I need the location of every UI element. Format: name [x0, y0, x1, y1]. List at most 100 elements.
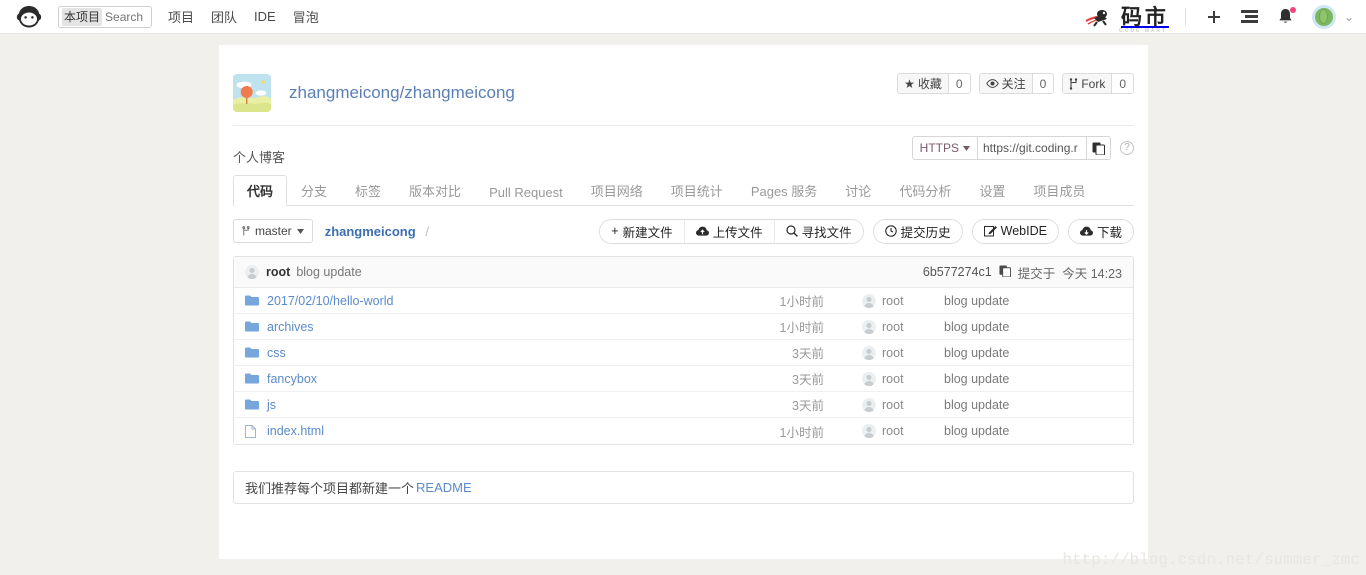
- star-button-group[interactable]: ★ 收藏 0: [897, 73, 971, 94]
- tab-branches[interactable]: 分支: [287, 175, 341, 206]
- readme-suggestion-text: 我们推荐每个项目都新建一个: [245, 481, 415, 496]
- readme-link[interactable]: README: [416, 480, 472, 495]
- breadcrumb-separator: /: [425, 223, 429, 239]
- file-modified-time: 1小时前: [779, 425, 824, 440]
- tab-settings[interactable]: 设置: [965, 175, 1019, 206]
- new-file-label: 新建文件: [622, 225, 673, 240]
- file-author-avatar: [862, 424, 876, 438]
- file-author-name: root: [882, 345, 904, 360]
- folder-icon: [245, 373, 259, 384]
- file-link[interactable]: js: [267, 398, 276, 412]
- tab-code[interactable]: 代码: [233, 175, 288, 206]
- add-icon[interactable]: [1201, 4, 1227, 30]
- copy-clone-url-button[interactable]: [1087, 136, 1111, 160]
- chevron-down-icon: [296, 228, 304, 234]
- table-row[interactable]: fancybox 3天前 root blog update: [234, 366, 1133, 392]
- table-row[interactable]: archives 1小时前 root blog update: [234, 314, 1133, 340]
- repository-title[interactable]: zhangmeicong/zhangmeicong: [289, 83, 515, 103]
- top-nav-right: 码市 CODE MART ⌄: [1084, 4, 1366, 34]
- file-author-avatar: [862, 319, 876, 334]
- clone-protocol-select[interactable]: HTTPS: [911, 136, 977, 160]
- table-row[interactable]: index.html 1小时前 root blog update: [234, 418, 1133, 444]
- clone-url-input[interactable]: [977, 136, 1087, 160]
- top-navigation-bar: 本项目 项目 团队 IDE 冒泡 码市 CODE MART: [0, 0, 1366, 34]
- repository-header: zhangmeicong/zhangmeicong ★ 收藏 0 关注 0 Fo…: [219, 45, 1148, 117]
- nav-item-bubble[interactable]: 冒泡: [293, 7, 319, 26]
- file-author-name: root: [882, 424, 904, 438]
- commit-history-label: 提交历史: [900, 225, 951, 240]
- file-link[interactable]: index.html: [267, 424, 324, 438]
- file-link[interactable]: archives: [267, 320, 314, 334]
- nav-item-teams[interactable]: 团队: [211, 7, 237, 26]
- tab-tags[interactable]: 标签: [341, 175, 395, 206]
- search-box[interactable]: 本项目: [58, 5, 152, 28]
- file-author: root: [824, 319, 942, 334]
- search-scope-label: 本项目: [62, 7, 103, 26]
- upload-file-button[interactable]: 上传文件: [684, 219, 775, 243]
- download-button[interactable]: 下载: [1068, 219, 1133, 243]
- tab-network[interactable]: 项目网络: [577, 175, 657, 206]
- notification-badge-dot: [1289, 6, 1296, 13]
- repository-avatar: [233, 74, 271, 112]
- file-commit-message: blog update: [944, 319, 1010, 334]
- webide-button[interactable]: WebIDE: [972, 219, 1058, 243]
- new-file-button[interactable]: + 新建文件: [600, 219, 685, 243]
- avatar[interactable]: [1311, 4, 1336, 29]
- code-toolbar: master zhangmeicong / + 新建文件 上传文件 寻找文件 提…: [233, 218, 1134, 244]
- commit-author-avatar: [245, 265, 259, 279]
- commit-message: blog update: [296, 265, 362, 279]
- chevron-down-icon: [963, 145, 970, 151]
- tab-compare[interactable]: 版本对比: [395, 175, 475, 206]
- commit-sha[interactable]: 6b577274c1: [923, 265, 992, 279]
- repository-description: 个人博客: [233, 149, 286, 165]
- avatar-glyph: [1319, 9, 1329, 24]
- star-button[interactable]: ★ 收藏: [898, 74, 948, 93]
- file-author-name: root: [882, 397, 904, 412]
- webide-group: WebIDE: [971, 218, 1059, 244]
- chevron-down-icon[interactable]: ⌄: [1344, 10, 1354, 24]
- table-row[interactable]: js 3天前 root blog update: [234, 392, 1133, 418]
- tab-pages-service[interactable]: Pages 服务: [737, 175, 831, 206]
- fork-button-group[interactable]: Fork 0: [1062, 73, 1134, 94]
- file-icon: [245, 424, 259, 438]
- find-file-button[interactable]: 寻找文件: [774, 219, 863, 243]
- table-row[interactable]: 2017/02/10/hello-world 1小时前 root blog up…: [234, 288, 1133, 314]
- branch-name: master: [255, 224, 292, 238]
- watch-button-group[interactable]: 关注 0: [978, 73, 1055, 94]
- file-commit-message: blog update: [944, 293, 1010, 308]
- file-author: root: [824, 371, 942, 386]
- notifications-bell-icon[interactable]: [1273, 4, 1299, 30]
- search-input[interactable]: [105, 9, 151, 24]
- watch-button[interactable]: 关注: [979, 74, 1032, 93]
- file-link[interactable]: css: [267, 346, 286, 360]
- fork-button[interactable]: Fork: [1063, 74, 1112, 93]
- folder-icon: [245, 295, 259, 306]
- file-modified-time: 1小时前: [779, 295, 824, 309]
- copy-icon: [1092, 142, 1105, 155]
- search-icon: [786, 225, 798, 237]
- tab-statistics[interactable]: 项目统计: [657, 175, 737, 206]
- branch-selector[interactable]: master: [233, 219, 313, 243]
- tab-code-analysis[interactable]: 代码分析: [885, 175, 965, 206]
- coding-logo-icon[interactable]: [14, 4, 44, 30]
- codemart-logo[interactable]: 码市 CODE MART: [1084, 6, 1169, 34]
- file-link[interactable]: fancybox: [267, 372, 317, 386]
- nav-item-projects[interactable]: 项目: [168, 7, 194, 26]
- clone-help-icon[interactable]: ?: [1120, 141, 1134, 155]
- table-row[interactable]: css 3天前 root blog update: [234, 340, 1133, 366]
- file-actions-group: + 新建文件 上传文件 寻找文件: [599, 218, 864, 244]
- nav-item-ide[interactable]: IDE: [254, 9, 276, 24]
- breadcrumb-root[interactable]: zhangmeicong: [325, 224, 416, 239]
- commit-author-name[interactable]: root: [266, 265, 290, 279]
- file-link[interactable]: 2017/02/10/hello-world: [267, 294, 393, 308]
- commit-history-button[interactable]: 提交历史: [873, 219, 962, 243]
- tasks-list-icon[interactable]: [1237, 4, 1263, 30]
- nav-divider: [1184, 7, 1186, 26]
- tab-discussion[interactable]: 讨论: [831, 175, 885, 206]
- star-label: 收藏: [917, 77, 942, 91]
- file-commit-message: blog update: [944, 345, 1010, 360]
- tab-pull-request[interactable]: Pull Request: [475, 179, 577, 206]
- file-author-name: root: [882, 371, 904, 386]
- copy-sha-icon[interactable]: [999, 264, 1011, 280]
- tab-members[interactable]: 项目成员: [1019, 175, 1099, 206]
